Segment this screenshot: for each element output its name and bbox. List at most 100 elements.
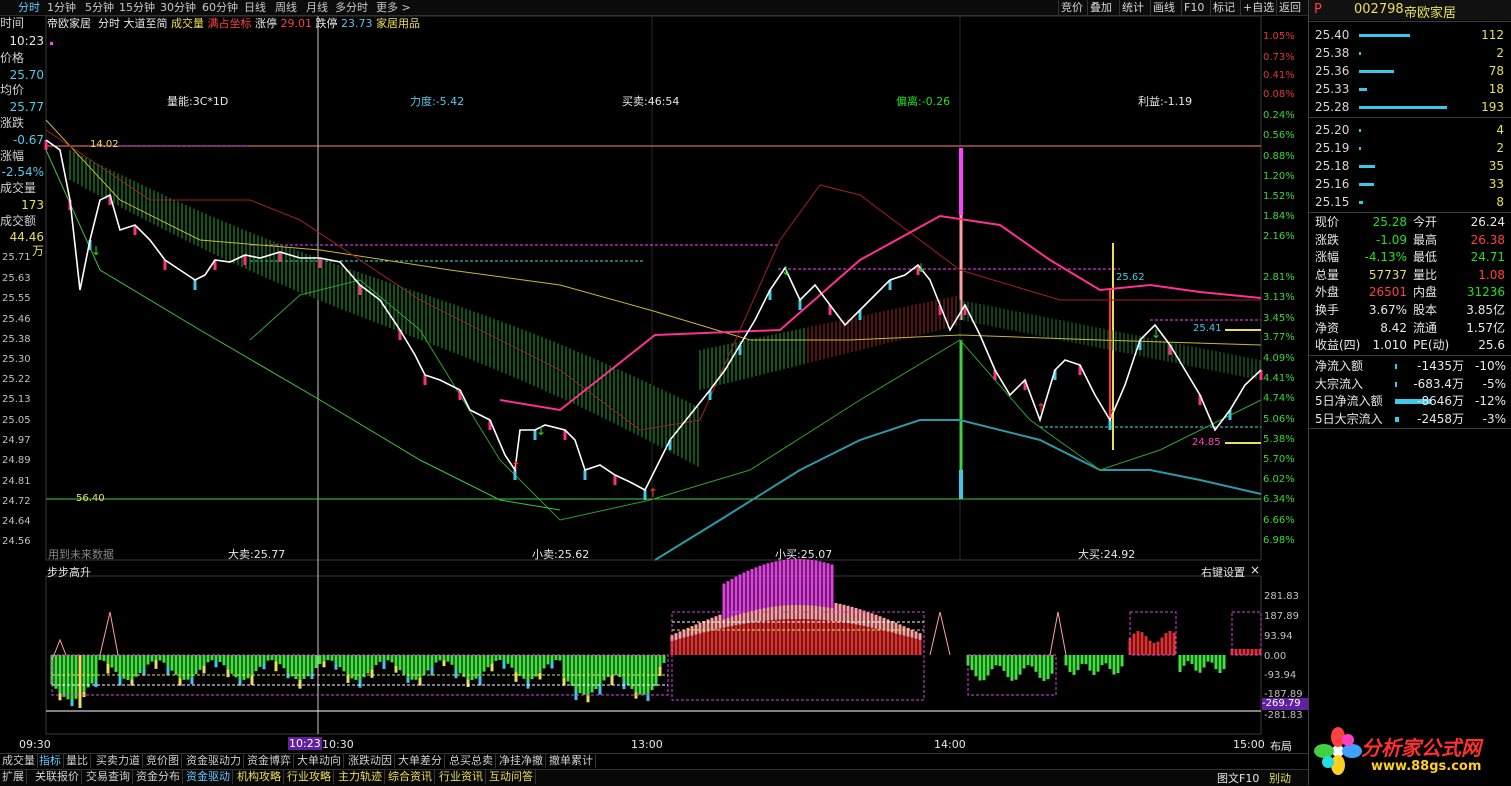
price-tick: 25.63 <box>2 273 31 284</box>
bid-row[interactable]: 25.18 35 <box>1309 158 1511 175</box>
tab-indicator[interactable]: 指标 <box>37 754 64 768</box>
price-tick: 24.97 <box>2 435 31 446</box>
price-tick: 25.13 <box>2 394 31 405</box>
tab-industry[interactable]: 行业攻略 <box>285 770 334 784</box>
quote-label: 涨幅 <box>1315 250 1339 265</box>
tab-news[interactable]: 综合资讯 <box>386 770 435 784</box>
volume-label: 成交量 <box>0 181 44 195</box>
quote-value: 8.42 <box>1380 321 1407 336</box>
quote-label: 涨跌 <box>1315 233 1339 248</box>
formula-name[interactable]: 大道至简 <box>124 17 168 30</box>
signal-arrow-icon: ↓ <box>1151 327 1161 341</box>
chart-header: 帝欧家居 分时 大道至简 成交量 满占坐标 涨停 29.01 跌停 23.73 … <box>47 17 420 30</box>
tab-industry-news[interactable]: 行业资讯 <box>437 770 486 784</box>
quote-value: 26.38 <box>1471 233 1505 248</box>
price-tick: 24.89 <box>2 455 31 466</box>
time-label: 时间 <box>0 16 44 30</box>
tab-auction[interactable]: 竞价图 <box>144 754 182 768</box>
flow-bar <box>1395 382 1397 387</box>
limit-down-price: 23.73 <box>341 17 373 30</box>
pct-tick: 0.56% <box>1263 130 1295 141</box>
tab-inst[interactable]: 机构攻略 <box>235 770 284 784</box>
flow-bar <box>1395 417 1399 422</box>
stock-name: 帝欧家居 <box>1404 2 1456 21</box>
maimai-label: 买卖:46:54 <box>622 93 679 109</box>
sub-tick: 0.00 <box>1264 651 1286 662</box>
ask-row[interactable]: 25.28 193 <box>1309 99 1511 116</box>
pct-tick: 3.77% <box>1263 332 1295 343</box>
tab-cancel-total[interactable]: 撤单累计 <box>547 754 596 768</box>
price-tick: 24.64 <box>2 516 31 527</box>
signal-arrow-icon: ↑ <box>1036 401 1046 415</box>
stock-code: 002798 <box>1354 2 1404 17</box>
tab-capital-drive[interactable]: 资金驱动力 <box>184 754 244 768</box>
bid-price: 25.19 <box>1315 140 1349 157</box>
sub-tick: 187.89 <box>1264 611 1299 622</box>
ask-row[interactable]: 25.40 112 <box>1309 27 1511 44</box>
ask-row[interactable]: 25.38 2 <box>1309 45 1511 62</box>
tab-capital-dist[interactable]: 资金分布 <box>134 770 183 784</box>
tab-updown-cause[interactable]: 涨跌动因 <box>346 754 395 768</box>
tab-buysell-force[interactable]: 买卖力道 <box>94 754 143 768</box>
tab-extend[interactable]: 扩展 <box>0 770 27 784</box>
sub-envelope <box>672 612 924 700</box>
bid-bar <box>1359 129 1361 132</box>
intraday-chart[interactable]: ↓ ↓ ↓ ↓ ↓ ↑ ↑ ↑ ↑ <box>0 0 1308 785</box>
tab-qa[interactable]: 互动问答 <box>487 770 536 784</box>
ask-row[interactable]: 25.36 78 <box>1309 63 1511 80</box>
tab-capital-game[interactable]: 资金博弈 <box>245 754 294 768</box>
pct-tick: 4.09% <box>1263 353 1295 364</box>
tab-net-order[interactable]: 净挂净撤 <box>497 754 546 768</box>
pct-tick: 3.45% <box>1263 313 1295 324</box>
pianli-label: 偏离:-0.26 <box>896 93 950 109</box>
pct-tick: 6.34% <box>1263 494 1295 505</box>
flow-pct: -12% <box>1475 394 1506 409</box>
close-icon[interactable]: × <box>1250 563 1260 577</box>
dabuy-label: 大买:24.92 <box>1078 546 1135 562</box>
flow-pct: -10% <box>1475 359 1506 374</box>
f10-link[interactable]: 图文F10 <box>1217 770 1259 786</box>
sub-envelope <box>1232 612 1261 655</box>
tab-volume[interactable]: 成交量 <box>0 754 38 768</box>
tab-main-track[interactable]: 主力轨迹 <box>336 770 385 784</box>
price-tick: 24.81 <box>2 476 31 487</box>
ma-line-green2 <box>46 150 560 510</box>
future-data-note: 用到未来数据 <box>48 546 114 562</box>
tab-big-order[interactable]: 大单动向 <box>295 754 344 768</box>
bid-row[interactable]: 25.20 4 <box>1309 122 1511 139</box>
chart-mode: 分时 <box>98 17 120 30</box>
price-label: 价格 <box>0 51 44 65</box>
pct-tick: 5.70% <box>1263 454 1295 465</box>
quote-value: 1.08 <box>1478 268 1505 283</box>
time-tick: 13:00 <box>631 738 663 751</box>
pct-tick: 2.16% <box>1263 231 1295 242</box>
sub-peak <box>100 612 118 655</box>
bid-bar <box>1359 183 1374 186</box>
tab-related[interactable]: 关联报价 <box>33 770 82 784</box>
sector-name[interactable]: 家居用品 <box>376 17 420 30</box>
tab-big-diff[interactable]: 大单差分 <box>396 754 445 768</box>
misc-link[interactable]: 别动 <box>1269 770 1291 786</box>
quote-label: 内盘 <box>1413 285 1437 300</box>
tab-capital-driver[interactable]: 资金驱动 <box>184 770 233 784</box>
liyi-label: 利益:-1.19 <box>1138 93 1192 109</box>
bid-qty: 35 <box>1489 158 1504 175</box>
tab-trade-query[interactable]: 交易查询 <box>84 770 133 784</box>
bid-row[interactable]: 25.19 2 <box>1309 140 1511 157</box>
tab-volratio[interactable]: 量比 <box>64 754 91 768</box>
signal-arrow-icon: ↓ <box>91 244 101 258</box>
pct-tick: 5.38% <box>1263 434 1295 445</box>
flow-value: -1435万 <box>1417 359 1464 374</box>
bid-row[interactable]: 25.15 8 <box>1309 194 1511 211</box>
bid-price: 25.18 <box>1315 158 1349 175</box>
pct-tick: 6.98% <box>1263 535 1295 546</box>
bid-row[interactable]: 25.16 33 <box>1309 176 1511 193</box>
flow-pct: -5% <box>1483 377 1506 392</box>
stock-name: 帝欧家居 <box>47 17 91 30</box>
ask-row[interactable]: 25.33 18 <box>1309 81 1511 98</box>
tab-total-buysell[interactable]: 总买总卖 <box>447 754 496 768</box>
pct-tick: 2.81% <box>1263 272 1295 283</box>
subchart-settings[interactable]: 右键设置 <box>1201 564 1245 580</box>
layout-button[interactable]: 布局 <box>1270 738 1292 754</box>
logo-icon <box>1313 726 1363 776</box>
